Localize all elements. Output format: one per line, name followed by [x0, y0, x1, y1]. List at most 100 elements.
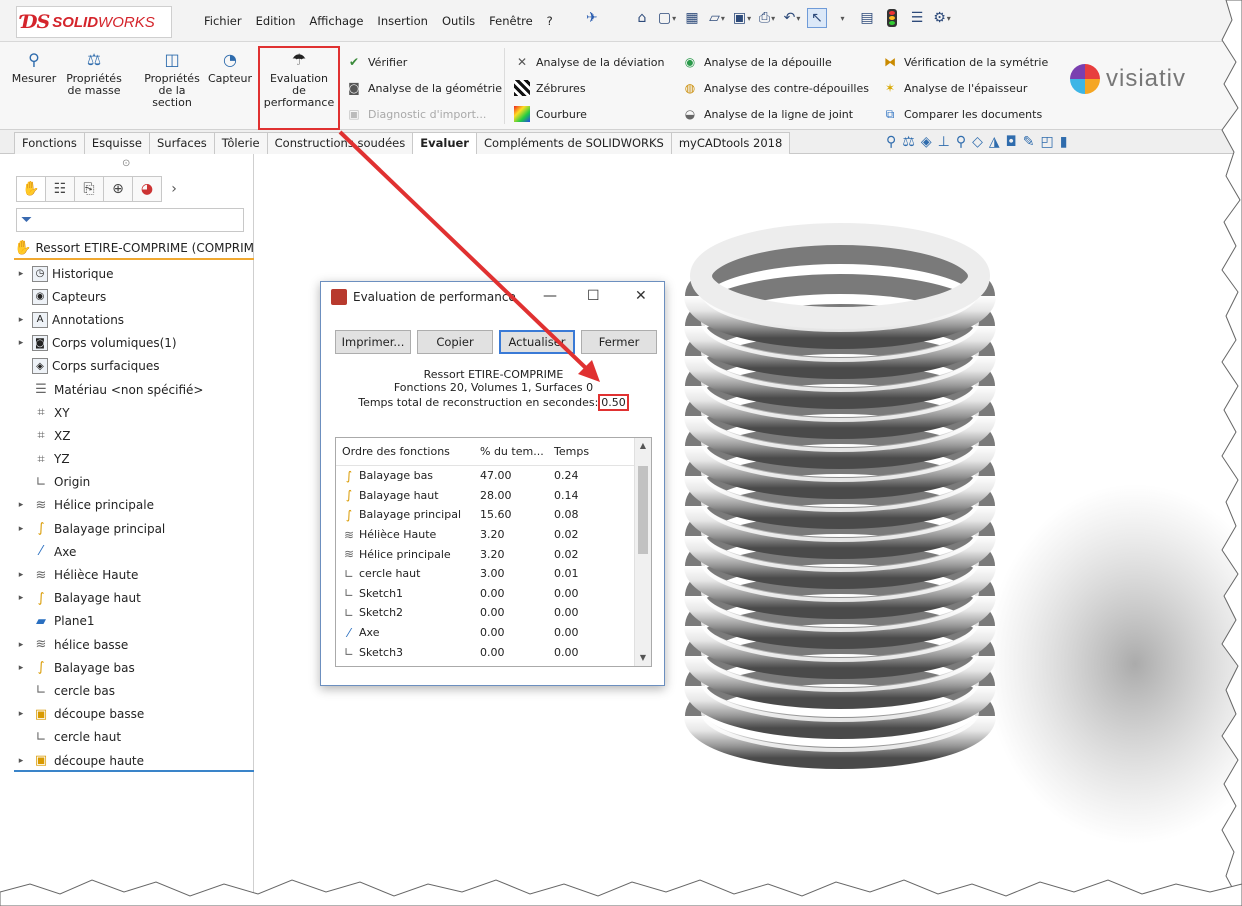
tree-item[interactable]: ▸ ∫ Balayage principal	[14, 517, 254, 540]
analyse-ligne-joint-button[interactable]: ◒ Analyse de la ligne de joint	[682, 106, 853, 122]
expand-arrow-icon[interactable]: ▸	[14, 315, 28, 325]
tree-item[interactable]: ⌗ YZ	[14, 448, 254, 471]
pin-icon[interactable]: ✈	[586, 10, 598, 26]
display-style-icon[interactable]: ◮	[989, 134, 1000, 150]
menu-outils[interactable]: Outils	[440, 12, 477, 30]
dialog-title-bar[interactable]: Evaluation de performance — ☐ ✕	[321, 282, 664, 312]
courbure-button[interactable]: Courbure	[514, 106, 587, 122]
list-item[interactable]: ∟ Sketch1 0.00 0.00	[336, 584, 651, 604]
maximize-icon[interactable]: ☐	[587, 288, 600, 304]
feature-tree-filter[interactable]: ⏷	[16, 208, 244, 232]
view-orientation-icon[interactable]: ◇	[972, 134, 983, 150]
expand-arrow-icon[interactable]: ▸	[14, 524, 28, 534]
select-dropdown-icon[interactable]: ▾	[832, 8, 852, 28]
expand-arrow-icon[interactable]: ▸	[14, 640, 28, 650]
list-item[interactable]: ∟ cercle haut 3.00 0.01	[336, 564, 651, 584]
feature-time-list[interactable]: Ordre des fonctions % du tem... Temps ∫ B…	[335, 437, 652, 667]
print-icon[interactable]: ⎙ ▾	[757, 8, 777, 28]
list-item[interactable]: ∟ Sketch2 0.00 0.00	[336, 603, 651, 623]
rebuild-icon[interactable]: ▤	[857, 8, 877, 28]
scroll-down-icon[interactable]: ▼	[635, 650, 651, 666]
proprietes-section-button[interactable]: ◫ Propriétés de la section	[142, 50, 202, 109]
rollback-bar[interactable]	[14, 770, 254, 772]
column-header-time[interactable]: Temps	[550, 445, 630, 458]
scroll-up-icon[interactable]: ▲	[635, 438, 651, 454]
column-header-order[interactable]: Ordre des fonctions	[336, 445, 476, 458]
list-item[interactable]: ∫ Balayage bas 47.00 0.24	[336, 466, 651, 486]
tree-item[interactable]: ⁄ Axe	[14, 540, 254, 563]
open-icon[interactable]: ▱ ▾	[707, 8, 727, 28]
display-manager-tab-icon[interactable]: ◕	[132, 176, 162, 202]
verification-symetrie-button[interactable]: ⧓ Vérification de la symétrie	[882, 54, 1048, 70]
menu-edition[interactable]: Edition	[254, 12, 298, 30]
new-document-icon[interactable]: ▢ ▾	[657, 8, 677, 28]
column-header-percent[interactable]: % du tem...	[476, 445, 550, 458]
expand-arrow-icon[interactable]: ▸	[14, 338, 28, 348]
options-gear-icon[interactable]: ⚙ ▾	[932, 8, 952, 28]
expand-arrow-icon[interactable]: ▸	[14, 570, 28, 580]
tree-item[interactable]: ▰ Plane1	[14, 610, 254, 633]
list-item[interactable]: ≋ Hélice principale 3.20 0.02	[336, 544, 651, 564]
tab-evaluer[interactable]: Evaluer	[412, 132, 477, 154]
expand-arrow-icon[interactable]: ▸	[14, 756, 28, 766]
tree-item[interactable]: ☰ Matériau <non spécifié>	[14, 378, 254, 401]
analyse-epaisseur-button[interactable]: ✶ Analyse de l'épaisseur	[882, 80, 1027, 96]
expand-arrow-icon[interactable]: ▸	[14, 500, 28, 510]
dynamic-annotation-icon[interactable]: ⚲	[956, 134, 966, 150]
tree-item[interactable]: ▸ ∫ Balayage bas	[14, 656, 254, 679]
tab-mycadtools[interactable]: myCADtools 2018	[670, 132, 791, 154]
mesurer-button[interactable]: ⚲ Mesurer	[10, 50, 58, 85]
tree-item[interactable]: ▸ ▣ découpe basse	[14, 703, 254, 726]
tree-item[interactable]: ▸ ∫ Balayage haut	[14, 587, 254, 610]
tab-tolerie[interactable]: Tôlerie	[213, 132, 268, 154]
list-item[interactable]: ⁄ Axe 0.00 0.00	[336, 623, 651, 643]
view-settings-icon[interactable]: ▮	[1060, 134, 1068, 150]
previous-view-icon[interactable]: ◈	[921, 134, 932, 150]
menu-insertion[interactable]: Insertion	[375, 12, 430, 30]
tree-item[interactable]: ∟ Origin	[14, 471, 254, 494]
imprimer-button[interactable]: Imprimer...	[335, 330, 411, 354]
menu-affichage[interactable]: Affichage	[307, 12, 365, 30]
copier-button[interactable]: Copier	[417, 330, 493, 354]
save-icon[interactable]: ▣ ▾	[732, 8, 752, 28]
property-manager-tab-icon[interactable]: ☷	[45, 176, 75, 202]
appearance-icon[interactable]: ✎	[1023, 134, 1035, 150]
tree-root-part[interactable]: ✋ Ressort ETIRE-COMPRIME (COMPRIM	[14, 238, 254, 260]
tree-item[interactable]: ∟ cercle bas	[14, 679, 254, 702]
actualiser-button[interactable]: Actualiser	[499, 330, 575, 354]
solidworks-logo[interactable]: ƊS SOLIDWORKS	[16, 6, 172, 38]
minimize-icon[interactable]: —	[543, 288, 557, 304]
verifier-button[interactable]: ✔ Vérifier	[346, 54, 407, 70]
tab-fonctions[interactable]: Fonctions	[14, 132, 85, 154]
zoom-area-icon[interactable]: ⚖	[902, 134, 915, 150]
hide-show-icon[interactable]: ◘	[1006, 134, 1017, 150]
list-item[interactable]: ≋ Hélièce Haute 3.20 0.02	[336, 525, 651, 545]
traffic-light-icon[interactable]	[882, 8, 902, 28]
tree-item[interactable]: ⌗ XZ	[14, 424, 254, 447]
zebrures-button[interactable]: Zébrures	[514, 80, 586, 96]
analyse-contre-depouilles-button[interactable]: ◍ Analyse des contre-dépouilles	[682, 80, 869, 96]
capteur-button[interactable]: ◔ Capteur	[204, 50, 256, 85]
analyse-geometrie-button[interactable]: ◙ Analyse de la géométrie	[346, 80, 502, 96]
zoom-fit-icon[interactable]: ⚲	[886, 134, 896, 150]
menu-fichier[interactable]: Fichier	[202, 12, 244, 30]
tree-item[interactable]: ▸ ≋ hélice basse	[14, 633, 254, 656]
comparer-documents-button[interactable]: ⧉ Comparer les documents	[882, 106, 1043, 122]
tree-item[interactable]: ◉ Capteurs	[14, 285, 254, 308]
tab-constructions-soudees[interactable]: Constructions soudées	[266, 132, 414, 154]
menu-help[interactable]: ?	[545, 12, 555, 30]
select-cursor-icon[interactable]: ↖	[807, 8, 827, 28]
tree-item[interactable]: ∟ cercle haut	[14, 726, 254, 749]
scene-icon[interactable]: ◰	[1040, 134, 1053, 150]
expand-arrow-icon[interactable]: ▸	[14, 663, 28, 673]
list-item[interactable]: ∟ Sketch3 0.00 0.00	[336, 642, 651, 662]
diagnostic-import-button[interactable]: ▣ Diagnostic d'import...	[346, 106, 486, 122]
tree-item[interactable]: ▸ ≋ Hélièce Haute	[14, 563, 254, 586]
dimxpert-tab-icon[interactable]: ⊕	[103, 176, 133, 202]
tree-item[interactable]: ▸ A Annotations	[14, 308, 254, 331]
expand-arrow-icon[interactable]: ▸	[14, 709, 28, 719]
tab-esquisse[interactable]: Esquisse	[83, 132, 150, 154]
feature-manager-tab-icon[interactable]: ✋	[16, 176, 46, 202]
tree-item[interactable]: ▸ ▣ découpe haute	[14, 749, 254, 772]
tree-item[interactable]: ▸ ◷ Historique	[14, 262, 254, 285]
